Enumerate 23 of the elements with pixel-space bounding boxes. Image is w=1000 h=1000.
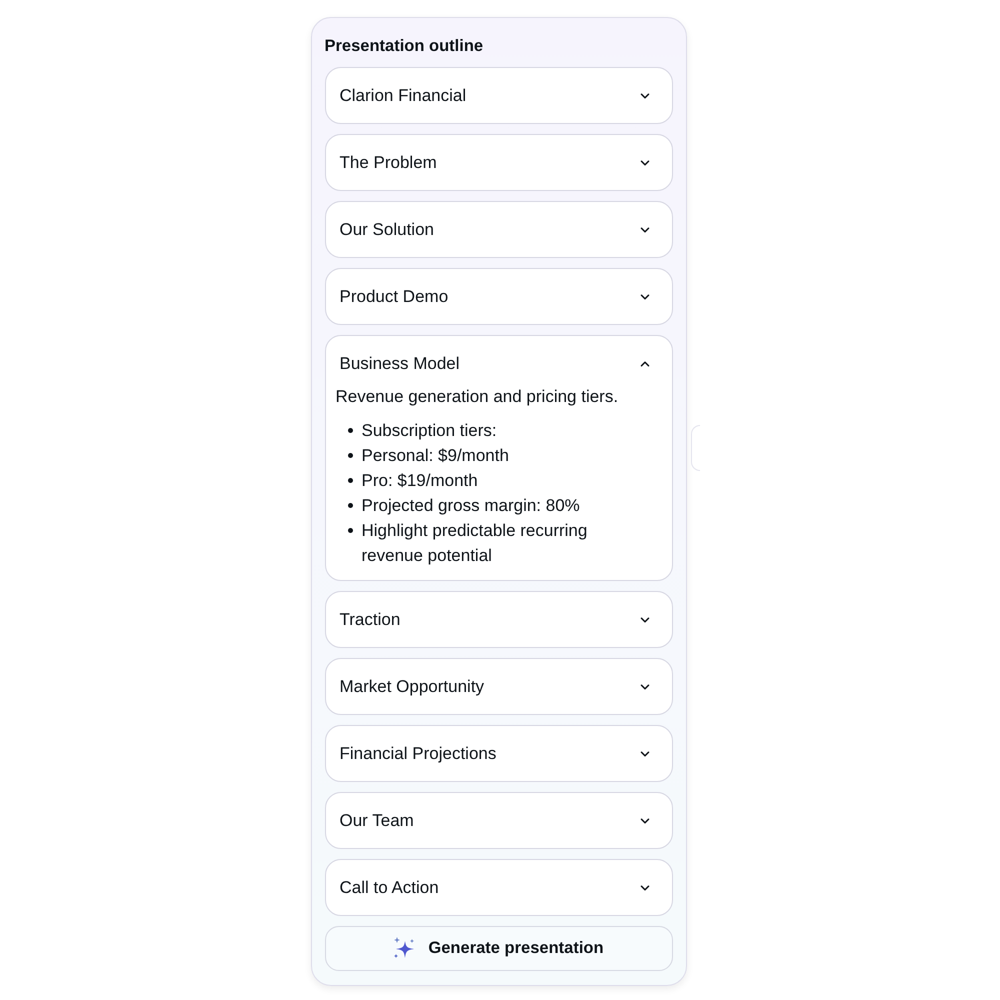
section-header[interactable]: Our Team	[326, 793, 672, 848]
bullet-point: Subscription tiers:	[362, 420, 497, 442]
section-header[interactable]: Financial Projections	[326, 726, 672, 781]
bullet-icon	[348, 503, 352, 508]
bullet-icon	[348, 478, 352, 483]
side-handle[interactable]	[690, 425, 700, 471]
section-header[interactable]: Product Demo	[326, 269, 672, 324]
section-header[interactable]: Traction	[326, 592, 672, 647]
bullet-icon	[348, 428, 352, 433]
section-header[interactable]: Clarion Financial	[326, 68, 672, 123]
section-header[interactable]: Call to Action	[326, 860, 672, 915]
panel-title: Presentation outline	[324, 36, 484, 56]
sparkle-icon	[393, 937, 416, 960]
section-header[interactable]: Our Solution	[326, 202, 672, 257]
bullet-icon	[348, 528, 352, 533]
section-header[interactable]: The Problem	[326, 135, 672, 190]
bullet-point: Highlight predictable recurring revenue potential	[362, 520, 588, 567]
section-header[interactable]: Market Opportunity	[326, 659, 672, 714]
bullet-point: Projected gross margin: 80%	[362, 495, 580, 517]
generate-presentation-button[interactable]: Generate presentation	[324, 926, 672, 971]
bullet-icon	[348, 453, 352, 458]
bullet-point: Pro: $19/month	[362, 470, 478, 492]
bullet-point: Personal: $9/month	[362, 445, 509, 467]
